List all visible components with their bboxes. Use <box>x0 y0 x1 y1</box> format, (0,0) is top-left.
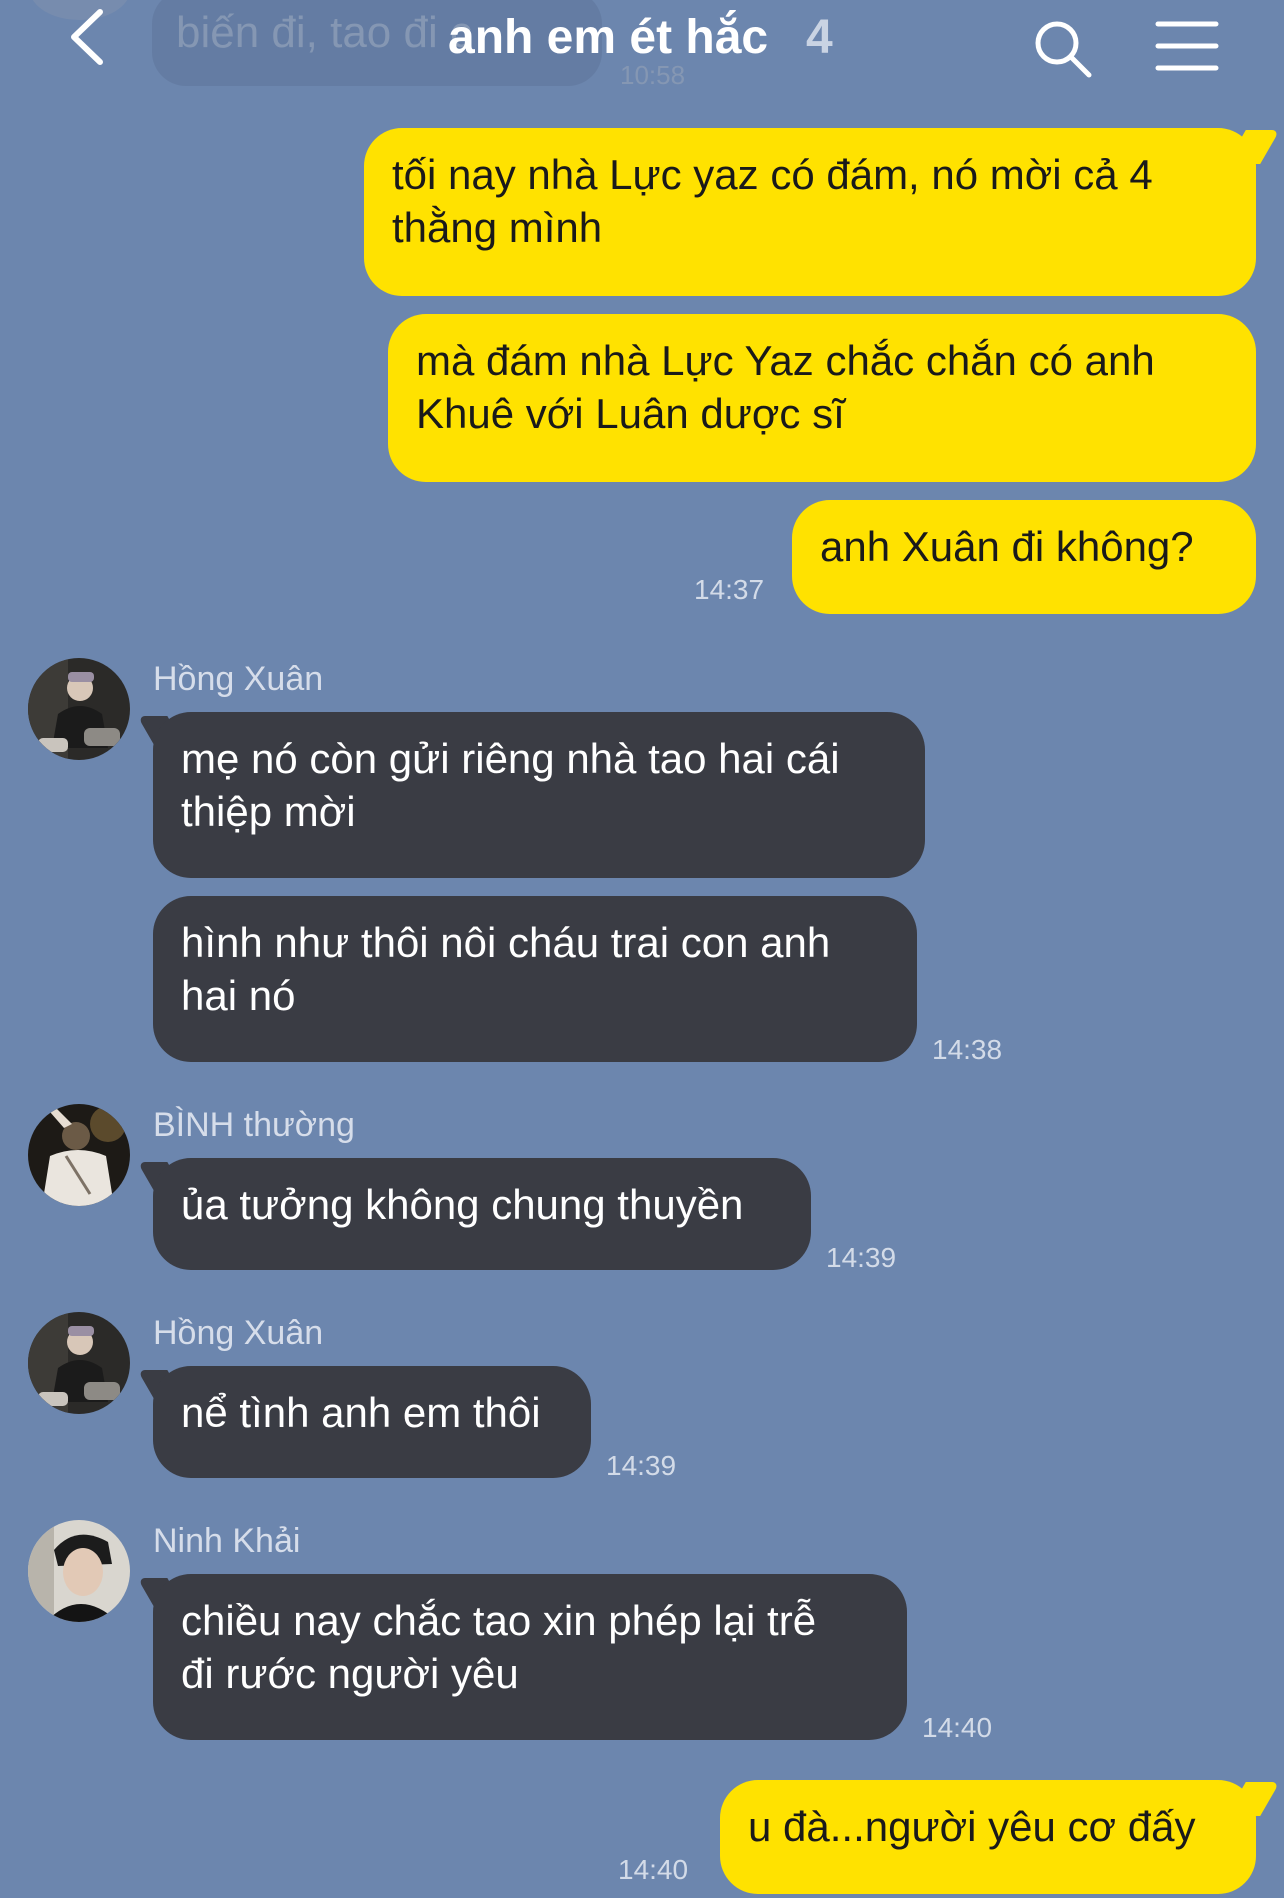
chevron-left-icon <box>71 9 103 65</box>
search-icon <box>1035 21 1092 78</box>
chat-header: anh em ét hắc 4 <box>0 0 1284 96</box>
sender-name: Hồng Xuân <box>153 660 324 698</box>
incoming-message-bubble[interactable]: ủa tưởng không chung thuyền <box>153 1158 811 1270</box>
chat-title: anh em ét hắc <box>448 11 769 64</box>
menu-button[interactable] <box>1154 18 1220 74</box>
message-line: ủa tưởng không chung thuyền <box>181 1181 744 1228</box>
message-line: đi rước người yêu <box>181 1650 519 1697</box>
search-button[interactable] <box>1032 18 1094 80</box>
message-time: 14:37 <box>694 574 765 605</box>
avatar-binh-thuong[interactable] <box>28 1104 130 1206</box>
incoming-message-bubble[interactable]: chiều nay chắc tao xin phép lại trễ đi r… <box>153 1574 907 1740</box>
message-time: 14:38 <box>932 1034 1003 1065</box>
message-line: nể tình anh em thôi <box>181 1389 541 1436</box>
incoming-message-bubble[interactable]: mẹ nó còn gửi riêng nhà tao hai cái thiệ… <box>153 712 925 878</box>
outgoing-message-bubble[interactable]: mà đám nhà Lực Yaz chắc chắn có anh Khuê… <box>388 314 1256 482</box>
incoming-message-bubble[interactable]: nể tình anh em thôi <box>153 1366 591 1478</box>
message-line: u đà...người yêu cơ đấy <box>748 1803 1196 1850</box>
avatar-hong-xuan[interactable] <box>28 1312 130 1414</box>
sender-name: Hồng Xuân <box>153 1314 324 1352</box>
message-line: mẹ nó còn gửi riêng nhà tao hai cái <box>181 735 840 782</box>
message-line: anh Xuân đi không? <box>820 523 1194 570</box>
message-line: hai nó <box>181 972 296 1019</box>
message-line: hình như thôi nôi cháu trai con anh <box>181 919 831 966</box>
outgoing-message-bubble[interactable]: tối nay nhà Lực yaz có đám, nó mời cả 4 … <box>364 128 1256 296</box>
message-line: chiều nay chắc tao xin phép lại trễ <box>181 1597 817 1644</box>
message-line: tối nay nhà Lực yaz có đám, nó mời cả 4 <box>392 151 1153 198</box>
avatar-ninh-khai[interactable] <box>28 1520 130 1622</box>
sender-name: Ninh Khải <box>153 1522 301 1560</box>
message-time: 14:39 <box>826 1242 897 1273</box>
member-count: 4 <box>806 11 833 64</box>
message-time: 14:40 <box>618 1854 689 1885</box>
message-time: 14:40 <box>922 1712 993 1743</box>
avatar-hong-xuan[interactable] <box>28 658 130 760</box>
message-line: thiệp mời <box>181 788 356 835</box>
message-line: thằng mình <box>392 204 603 251</box>
incoming-message-bubble[interactable]: hình như thôi nôi cháu trai con anh hai … <box>153 896 917 1062</box>
outgoing-message-bubble[interactable]: u đà...người yêu cơ đấy <box>720 1780 1256 1894</box>
message-line: Khuê với Luân dược sĩ <box>416 390 845 437</box>
outgoing-message-bubble[interactable]: anh Xuân đi không? <box>792 500 1256 614</box>
hamburger-menu-icon <box>1155 21 1219 71</box>
message-time: 14:39 <box>606 1450 677 1481</box>
message-line: mà đám nhà Lực Yaz chắc chắn có anh <box>416 337 1155 384</box>
sender-name: BÌNH thường <box>153 1106 355 1144</box>
back-button[interactable] <box>62 2 118 72</box>
